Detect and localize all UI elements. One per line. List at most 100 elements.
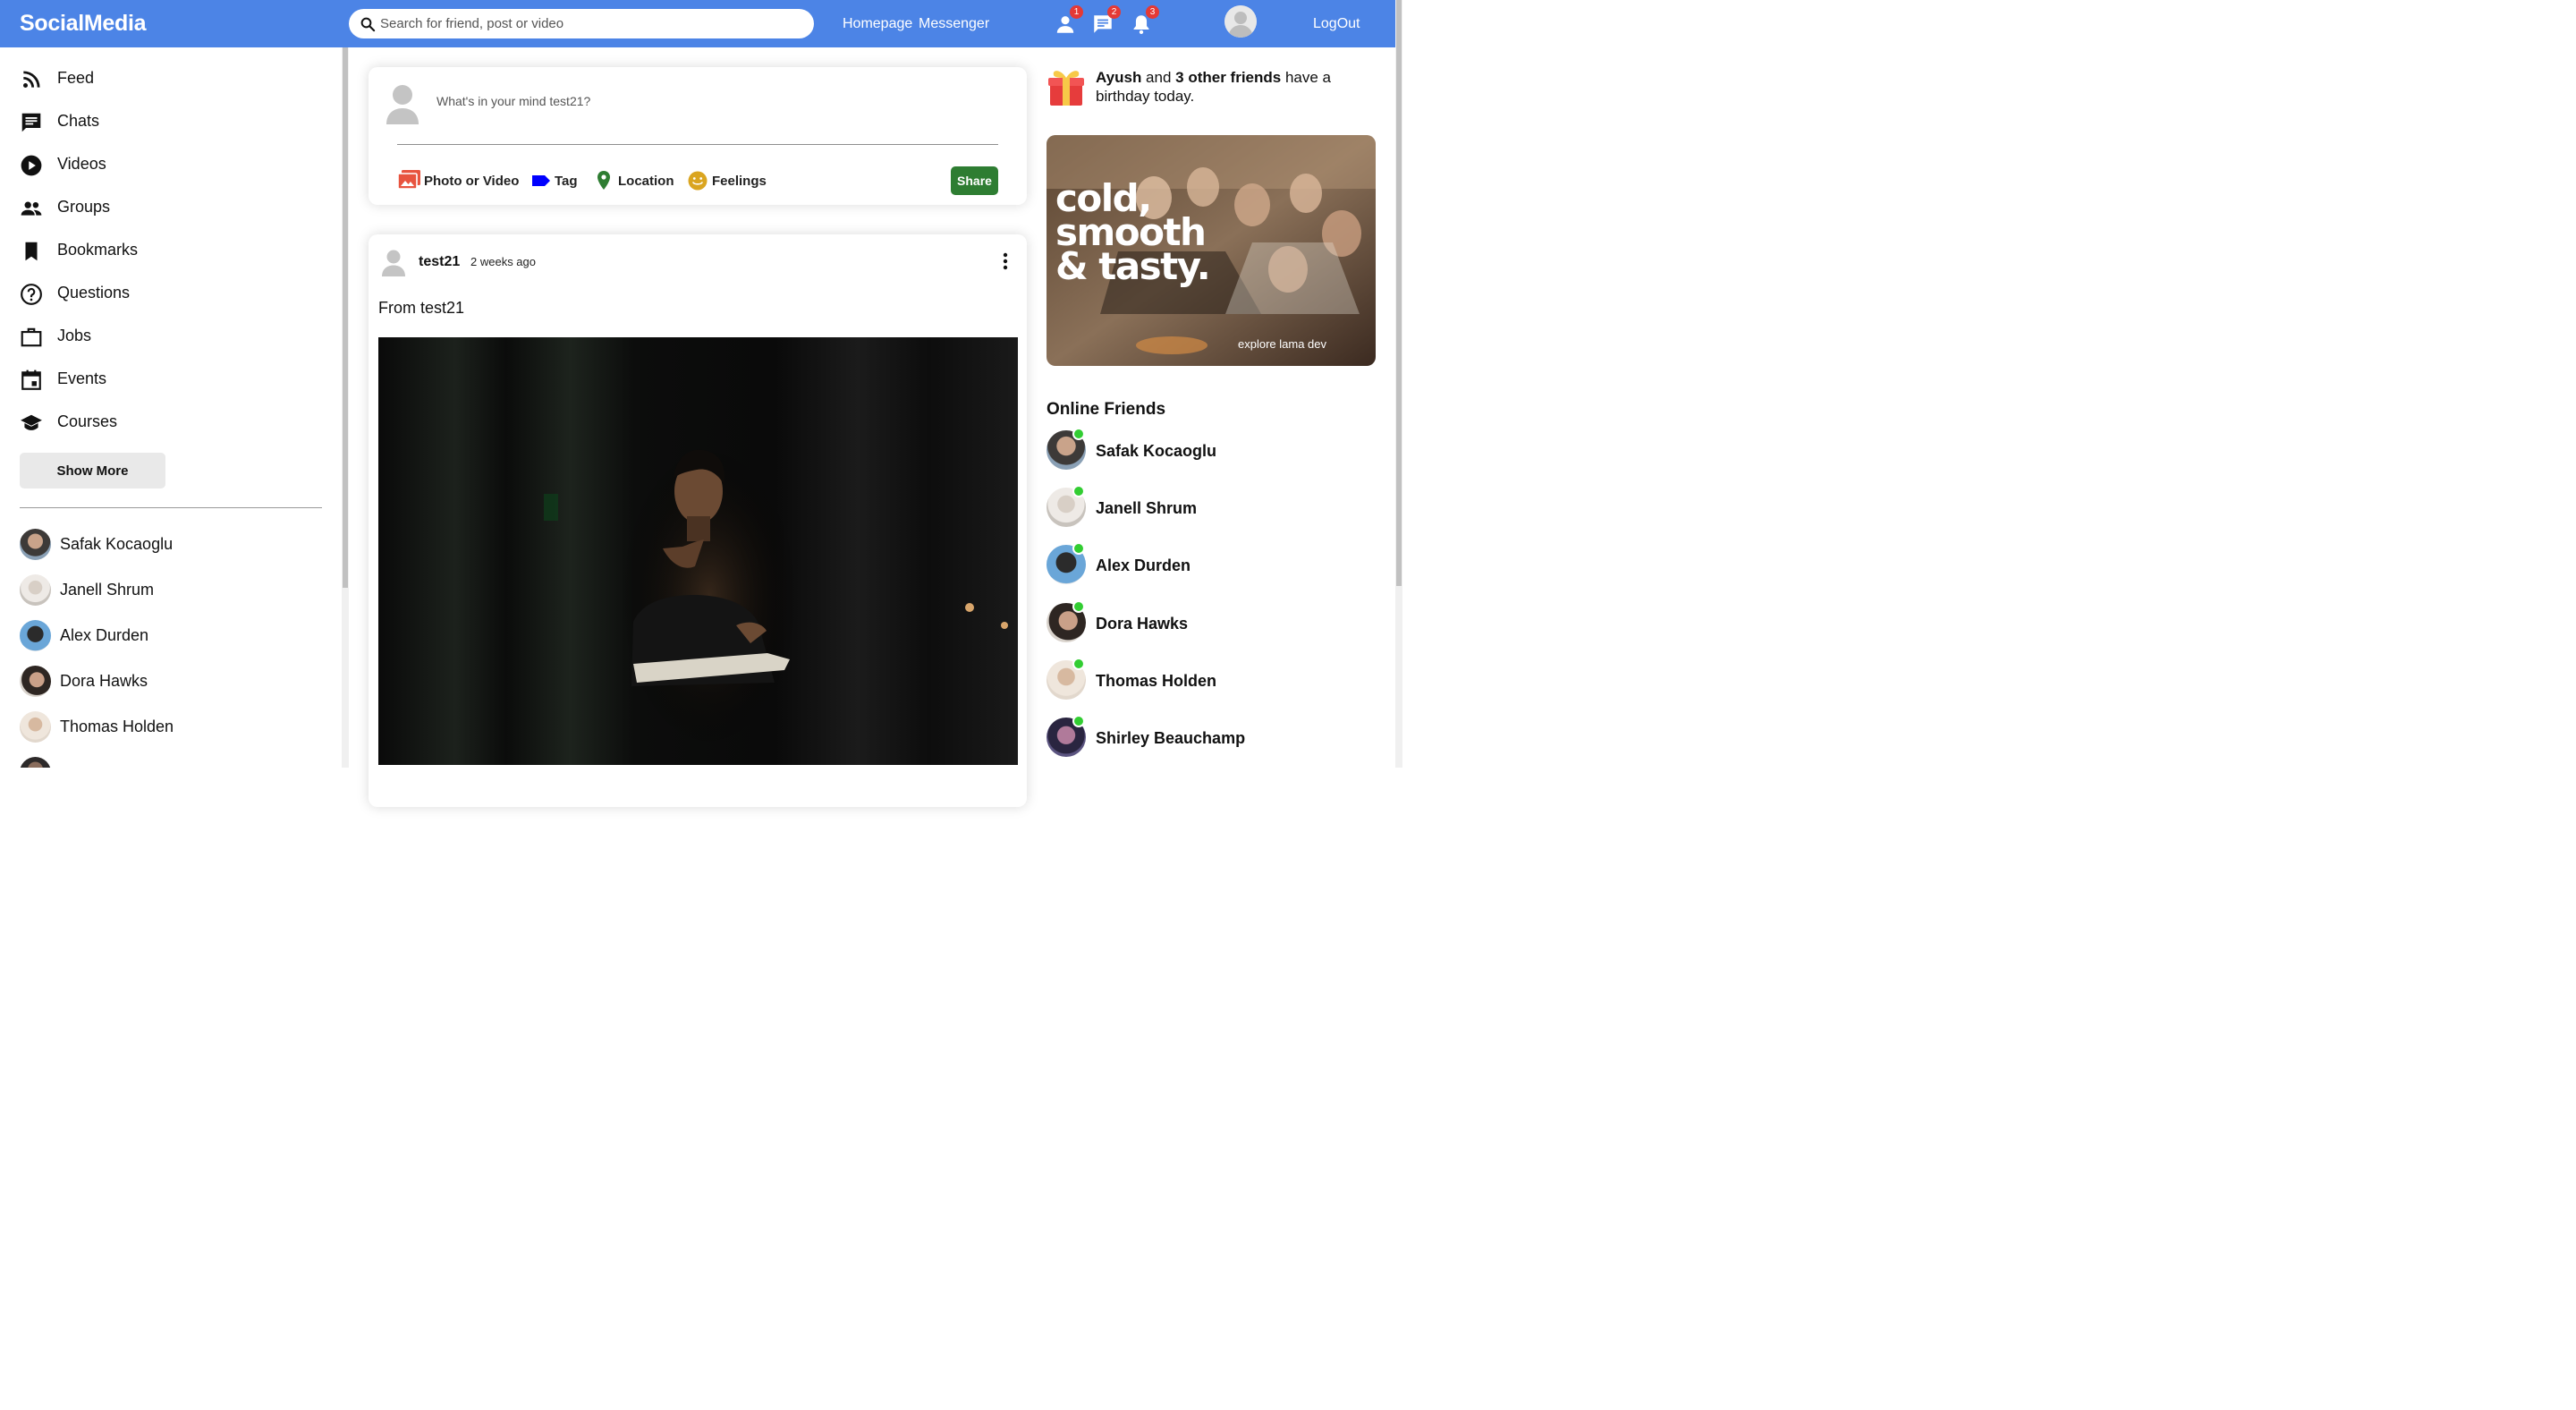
friend-list-item[interactable]: Safak Kocaoglu (20, 529, 315, 561)
scrollbar-thumb[interactable] (343, 47, 348, 588)
friend-name: Thomas Holden (60, 718, 174, 735)
tag-option[interactable]: Tag (531, 169, 585, 192)
friend-list-item[interactable]: Thomas Holden (20, 711, 315, 743)
online-indicator (1072, 542, 1085, 555)
sidebar-item-questions[interactable]: Questions (20, 280, 288, 307)
sidebar-item-label: Jobs (57, 327, 92, 344)
scrollbar-thumb[interactable] (1396, 0, 1402, 586)
profile-avatar[interactable] (1224, 5, 1257, 38)
option-label: Location (618, 174, 674, 189)
feelings-option[interactable]: Feelings (687, 169, 776, 192)
sidebar-item-label: Feed (57, 69, 95, 87)
friend-name: Janell Shrum (60, 581, 155, 599)
sidebar-item-events[interactable]: Events (20, 366, 288, 393)
ad-banner[interactable]: cold, smooth & tasty. explore lama dev (1046, 135, 1376, 366)
option-label: Photo or Video (424, 174, 520, 189)
friend-list-item[interactable]: Janell Shrum (20, 574, 315, 607)
online-indicator (1072, 600, 1085, 613)
label-icon (532, 175, 550, 186)
online-indicator (1072, 428, 1085, 440)
photo-video-option[interactable]: Photo or Video (397, 169, 522, 192)
search-input[interactable] (380, 9, 801, 38)
sidebar-item-label: Bookmarks (57, 241, 139, 259)
photo-library-icon (397, 170, 420, 190)
avatar (20, 757, 51, 768)
default-avatar-icon (386, 85, 419, 124)
friend-list-item[interactable]: Alex Durden (20, 620, 315, 652)
avatar (20, 574, 51, 606)
post-timestamp: 2 weeks ago (470, 255, 536, 268)
friend-name: Dora Hawks (60, 672, 148, 690)
sidebar-item-label: Chats (57, 112, 100, 130)
ad-headline-line: & tasty. (1055, 244, 1211, 288)
online-friend-item[interactable]: Thomas Holden (1046, 658, 1386, 700)
sidebar-item-videos[interactable]: Videos (20, 151, 288, 178)
chat-icon (21, 113, 41, 132)
friend-name: Janell Shrum (1096, 499, 1198, 517)
friend-name: Thomas Holden (1096, 672, 1217, 690)
friend-list-item[interactable]: Dora Hawks (20, 666, 315, 698)
sidebar-item-courses[interactable]: Courses (20, 409, 288, 436)
search-bar[interactable] (349, 9, 814, 38)
messages-badge: 2 (1107, 5, 1121, 19)
event-icon (21, 369, 41, 390)
school-icon (21, 414, 42, 430)
page-scrollbar[interactable] (1395, 0, 1402, 768)
friend-name: Alex Durden (1096, 556, 1191, 574)
notifications-badge: 3 (1146, 5, 1159, 19)
show-more-button[interactable]: Show More (20, 453, 165, 488)
sidebar-divider (20, 507, 322, 508)
sidebar-item-bookmarks[interactable]: Bookmarks (20, 237, 288, 264)
online-friend-item[interactable]: Janell Shrum (1046, 485, 1386, 527)
notifications-button[interactable]: 3 (1130, 5, 1159, 36)
online-indicator (1072, 485, 1085, 497)
share-button[interactable]: Share (951, 166, 998, 195)
sidebar-item-label: Groups (57, 198, 111, 216)
sidebar-item-jobs[interactable]: Jobs (20, 323, 288, 350)
sidebar-item-label: Events (57, 369, 107, 387)
messenger-link[interactable]: Messenger (919, 16, 989, 32)
location-pin-icon (597, 171, 610, 190)
messages-button[interactable]: 2 (1091, 5, 1121, 36)
sidebar-item-feed[interactable]: Feed (20, 65, 288, 92)
birthday-name: Ayush (1096, 69, 1142, 86)
rss-feed-icon (23, 71, 40, 88)
group-icon (21, 201, 42, 216)
sidebar-scrollbar[interactable] (342, 47, 349, 768)
sidebar-item-label: Courses (57, 412, 118, 430)
sidebar-item-label: Videos (57, 155, 106, 173)
online-indicator (1072, 715, 1085, 727)
avatar (20, 711, 51, 743)
option-label: Tag (555, 174, 578, 189)
logout-link[interactable]: LogOut (1313, 16, 1360, 32)
online-friends-title: Online Friends (1046, 400, 1166, 419)
post-text: From test21 (378, 299, 465, 317)
more-vert-icon[interactable] (998, 251, 1013, 272)
online-friend-item[interactable]: Dora Hawks (1046, 600, 1386, 642)
sidebar-item-chats[interactable]: Chats (20, 108, 288, 135)
share-input[interactable] (436, 89, 991, 114)
location-option[interactable]: Location (596, 169, 685, 192)
friend-name: Dora Hawks (1096, 615, 1189, 633)
default-avatar-icon (382, 250, 405, 276)
online-friend-item[interactable]: Alex Durden (1046, 542, 1386, 584)
homepage-link[interactable]: Homepage (843, 16, 912, 32)
app-logo[interactable]: SocialMedia (20, 11, 147, 37)
online-friend-item[interactable]: Shirley Beauchamp (1046, 715, 1386, 757)
post-image[interactable] (378, 337, 1018, 765)
default-avatar-icon (1224, 5, 1257, 38)
friend-requests-button[interactable]: 1 (1054, 5, 1083, 36)
gift-icon (1048, 71, 1084, 106)
online-friend-item[interactable]: Safak Kocaoglu (1046, 428, 1386, 470)
friend-name: Safak Kocaoglu (60, 535, 174, 553)
sidebar-item-groups[interactable]: Groups (20, 194, 288, 221)
friend-list-item[interactable] (20, 757, 315, 768)
friend-requests-badge: 1 (1070, 5, 1083, 19)
option-label: Feelings (712, 174, 767, 189)
birthday-notice: Ayush and 3 other friends have a birthda… (1096, 68, 1364, 106)
emoji-icon (688, 171, 708, 191)
bookmark-icon (25, 242, 38, 261)
online-indicator (1072, 658, 1085, 670)
topbar: SocialMedia Homepage Messenger 1 2 3 (0, 0, 1395, 47)
post-username[interactable]: test21 (419, 254, 460, 270)
